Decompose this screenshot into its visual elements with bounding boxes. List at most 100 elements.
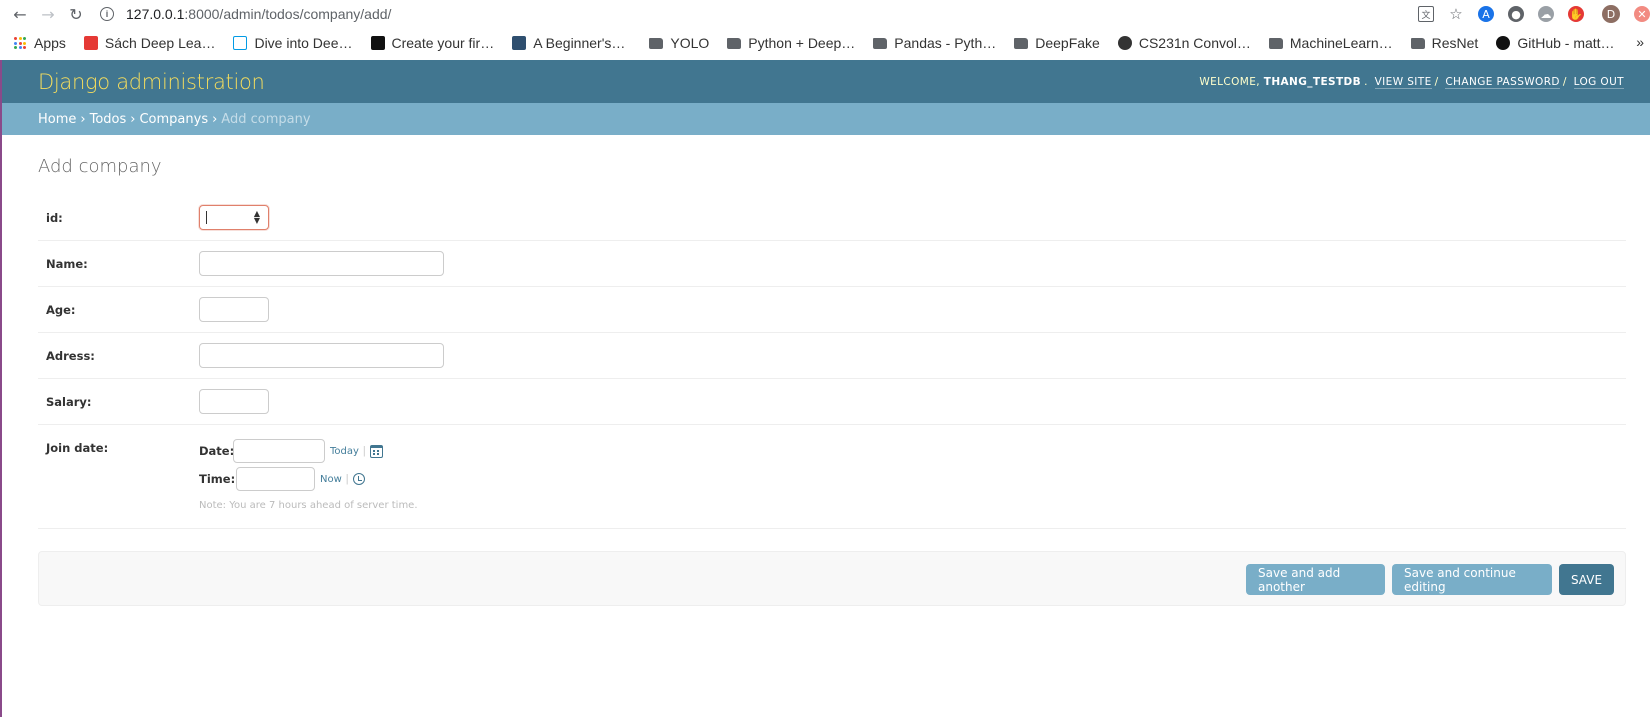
date-input[interactable] bbox=[233, 439, 325, 463]
bookmark-star-icon[interactable]: ☆ bbox=[1448, 5, 1464, 23]
time-label: Time: bbox=[199, 472, 236, 486]
bookmark-label: ResNet bbox=[1431, 35, 1479, 51]
bookmark-label: GitHub - matt… bbox=[1517, 35, 1615, 51]
adress-input[interactable] bbox=[199, 343, 444, 368]
breadcrumb-companys[interactable]: Companys bbox=[139, 112, 208, 127]
name-label: Name: bbox=[46, 257, 88, 271]
breadcrumb: Home › Todos › Companys › Add company bbox=[0, 103, 1650, 135]
apps-grid-icon bbox=[14, 37, 26, 49]
save-and-continue-button[interactable]: Save and continue editing bbox=[1392, 564, 1552, 595]
submit-row: Save and add another Save and continue e… bbox=[38, 551, 1626, 606]
form-row-adress: Adress: bbox=[38, 333, 1626, 379]
bookmark-label: Create your fir… bbox=[391, 35, 495, 51]
bookmark-label: Apps bbox=[34, 35, 66, 51]
bookmark-sach-deep-learning[interactable]: Sách Deep Lea… bbox=[83, 35, 216, 51]
breadcrumb-home[interactable]: Home bbox=[38, 112, 76, 127]
log-out-link[interactable]: LOG OUT bbox=[1573, 75, 1624, 89]
bookmark-create-your-first[interactable]: Create your fir… bbox=[370, 35, 495, 51]
bookmarks-bar: Apps Sách Deep Lea… Dive into Dee… Creat… bbox=[0, 28, 1650, 58]
age-input[interactable] bbox=[199, 297, 269, 322]
number-spinner-icon[interactable]: ▲ ▼ bbox=[254, 210, 260, 225]
bookmark-apps[interactable]: Apps bbox=[14, 35, 66, 51]
medium-icon bbox=[370, 36, 385, 50]
adblock-extension-icon[interactable]: ✋ bbox=[1568, 6, 1584, 22]
forward-arrow-icon[interactable]: → bbox=[38, 4, 58, 24]
bookmark-pandas[interactable]: Pandas - Pyth… bbox=[873, 35, 996, 51]
github-icon bbox=[1496, 36, 1511, 50]
bookmark-label: Sách Deep Lea… bbox=[104, 35, 216, 51]
bookmark-github[interactable]: GitHub - matt… bbox=[1496, 35, 1615, 51]
clock-icon[interactable] bbox=[352, 473, 365, 485]
name-input[interactable] bbox=[199, 251, 444, 276]
salary-input[interactable] bbox=[199, 389, 269, 414]
save-and-add-another-button[interactable]: Save and add another bbox=[1246, 564, 1385, 595]
url-path: :8000/admin/todos/company/add/ bbox=[184, 6, 392, 22]
pipe-separator: | bbox=[362, 445, 366, 457]
breadcrumb-separator: › bbox=[130, 111, 136, 127]
change-password-link[interactable]: CHANGE PASSWORD bbox=[1445, 75, 1560, 89]
translate-icon[interactable]: 文 bbox=[1418, 6, 1434, 22]
bookmarks-overflow-button[interactable]: » bbox=[1636, 34, 1644, 50]
pdf-icon bbox=[83, 36, 98, 50]
bookmark-label: Pandas - Pyth… bbox=[894, 35, 997, 51]
cloud-extension-icon[interactable]: ☁ bbox=[1538, 6, 1554, 22]
bookmark-a-beginners[interactable]: A Beginner's… bbox=[512, 35, 625, 51]
bookmark-python-deep[interactable]: Python + Deep… bbox=[727, 35, 855, 51]
address-bar[interactable]: i 127.0.0.1:8000/admin/todos/company/add… bbox=[100, 2, 391, 26]
now-link[interactable]: Now bbox=[320, 474, 342, 485]
breadcrumb-separator: › bbox=[80, 111, 86, 127]
profile-avatar[interactable]: D bbox=[1602, 5, 1620, 23]
view-site-link[interactable]: VIEW SITE bbox=[1374, 75, 1432, 89]
back-arrow-icon[interactable]: ← bbox=[10, 4, 30, 24]
globe-icon bbox=[1117, 36, 1132, 50]
welcome-text: WELCOME, bbox=[1199, 75, 1261, 88]
form-row-join-date: Join date: Date: Today | Time: Now | Not… bbox=[38, 425, 1626, 529]
bookmark-label: Python + Deep… bbox=[748, 35, 856, 51]
folder-icon bbox=[873, 37, 888, 49]
form-row-name: Name: bbox=[38, 241, 1626, 287]
bookmark-deepfake[interactable]: DeepFake bbox=[1014, 35, 1100, 51]
id-input[interactable]: ▲ ▼ bbox=[199, 205, 269, 230]
reload-icon[interactable]: ↻ bbox=[66, 4, 86, 24]
chat-extension-icon[interactable]: ● bbox=[1508, 6, 1524, 22]
folder-icon bbox=[727, 37, 742, 49]
url-host: 127.0.0.1 bbox=[126, 6, 185, 22]
bookmark-machinelearning[interactable]: MachineLearn… bbox=[1268, 35, 1393, 51]
folder-icon bbox=[1410, 37, 1425, 49]
bookmark-label: DeepFake bbox=[1035, 35, 1100, 51]
info-icon[interactable]: i bbox=[100, 7, 114, 21]
username: THANG_TESTDB bbox=[1263, 75, 1362, 88]
date-line: Date: Today | bbox=[199, 439, 383, 463]
today-link[interactable]: Today bbox=[330, 446, 359, 457]
admin-header: Django administration WELCOME, THANG_TES… bbox=[0, 60, 1650, 103]
breadcrumb-separator: › bbox=[212, 111, 218, 127]
user-tools: WELCOME, THANG_TESTDB. VIEW SITE / CHANGE… bbox=[1199, 75, 1624, 89]
calendar-icon[interactable] bbox=[369, 444, 383, 458]
bookmark-label: YOLO bbox=[670, 35, 710, 51]
translator-extension-icon[interactable]: A bbox=[1478, 6, 1494, 22]
form-row-id: id: ▲ ▼ bbox=[38, 195, 1626, 241]
timezone-note: Note: You are 7 hours ahead of server ti… bbox=[199, 500, 418, 511]
form-row-salary: Salary: bbox=[38, 379, 1626, 425]
breadcrumb-todos[interactable]: Todos bbox=[90, 112, 127, 127]
bookmark-label: Dive into Dee… bbox=[254, 35, 353, 51]
bookmark-resnet[interactable]: ResNet bbox=[1410, 35, 1479, 51]
site-branding[interactable]: Django administration bbox=[38, 70, 265, 94]
company-form: id: ▲ ▼ Name: Age: Adress: Salary: Join d… bbox=[38, 195, 1626, 529]
folder-icon bbox=[1268, 37, 1283, 49]
time-input[interactable] bbox=[236, 467, 315, 491]
bookmark-label: MachineLearn… bbox=[1289, 35, 1393, 51]
update-icon[interactable]: ✕ bbox=[1634, 6, 1650, 22]
pipe-separator: | bbox=[345, 473, 349, 485]
save-button[interactable]: SAVE bbox=[1559, 564, 1614, 595]
bookmark-cs231n[interactable]: CS231n Convol… bbox=[1117, 35, 1251, 51]
id-label: id: bbox=[46, 211, 63, 225]
bookmark-yolo[interactable]: YOLO bbox=[649, 35, 709, 51]
date-label: Date: bbox=[199, 444, 235, 458]
folder-icon bbox=[649, 37, 664, 49]
bookmark-dive-into-deep[interactable]: Dive into Dee… bbox=[233, 35, 353, 51]
window-edge bbox=[0, 60, 2, 717]
bookmark-label: CS231n Convol… bbox=[1138, 35, 1251, 51]
text-caret bbox=[206, 211, 207, 224]
image-icon bbox=[233, 36, 248, 50]
